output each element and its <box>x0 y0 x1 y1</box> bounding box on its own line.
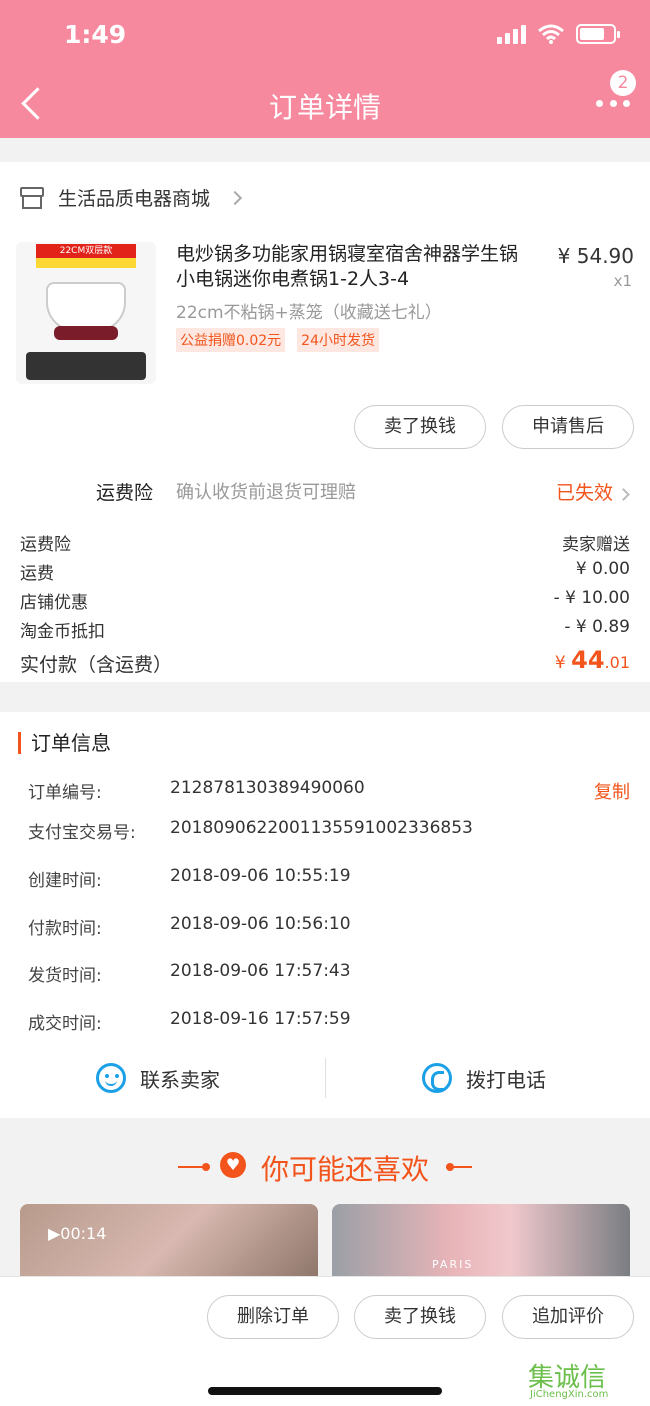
order-info-card: 订单信息 复制 订单编号: 212878130389490060 支付宝交易号:… <box>0 712 650 1118</box>
total-amount: ¥ 44.01 <box>554 646 630 674</box>
chevron-right-icon <box>617 488 630 501</box>
store-icon <box>20 186 44 209</box>
delete-order-button[interactable]: 删除订单 <box>207 1295 339 1339</box>
copy-button[interactable]: 复制 <box>594 778 630 804</box>
tag-shipping: 24小时发货 <box>297 328 379 352</box>
more-icon[interactable] <box>596 96 630 110</box>
product-tags: 公益捐赠0.02元 24小时发货 <box>176 328 379 352</box>
divider <box>325 1058 326 1098</box>
product-price: ¥ 54.90 <box>557 244 634 268</box>
total-label: 实付款（含运费） <box>20 654 173 676</box>
product-image-label: 22CM双层款 <box>36 244 136 258</box>
fee-row: 淘金币抵扣 - ¥ 0.89 <box>20 617 630 642</box>
status-bar: 1:49 <box>0 18 650 54</box>
sell-button-bottom[interactable]: 卖了换钱 <box>354 1295 486 1339</box>
wifi-icon <box>538 24 564 44</box>
bottom-action-bar: 删除订单 卖了换钱 追加评价 集诚信 JiChengXin.com <box>0 1276 650 1406</box>
notification-badge: 2 <box>610 70 636 96</box>
call-button[interactable]: 拨打电话 <box>422 1050 546 1106</box>
order-info-title: 订单信息 <box>18 732 111 754</box>
video-duration: ▶00:14 <box>48 1224 107 1243</box>
battery-icon <box>576 24 620 44</box>
header: 1:49 订单详情 2 <box>0 0 650 138</box>
fee-list: 运费险 卖家赠送 运费 ¥ 0.00 店铺优惠 - ¥ 10.00 淘金币抵扣 … <box>0 530 650 646</box>
sell-button[interactable]: 卖了换钱 <box>354 405 486 449</box>
after-sale-button[interactable]: 申请售后 <box>502 405 634 449</box>
contact-row: 联系卖家 拨打电话 <box>0 1050 650 1106</box>
insurance-label: 运费险 <box>96 482 154 504</box>
watermark: 集诚信 JiChengXin.com <box>528 1363 609 1400</box>
product-spec: 22cm不粘锅+蒸笼（收藏送七礼） <box>176 303 442 323</box>
home-indicator[interactable] <box>208 1387 442 1395</box>
shirt-text: PARIS <box>432 1258 474 1271</box>
fee-row: 运费 ¥ 0.00 <box>20 559 630 584</box>
add-review-button[interactable]: 追加评价 <box>502 1295 634 1339</box>
contact-seller-button[interactable]: 联系卖家 <box>96 1050 220 1106</box>
product-qty: x1 <box>613 272 632 290</box>
recommend-section: 你可能还喜欢 ▶00:14 PARIS <box>0 1136 650 1284</box>
product-title[interactable]: 电炒锅多功能家用锅寝室宿舍神器学生锅小电锅迷你电煮锅1-2人3-4 <box>176 242 536 292</box>
status-icons <box>497 24 620 44</box>
tag-charity: 公益捐赠0.02元 <box>176 328 286 352</box>
chevron-right-icon <box>227 190 243 205</box>
shop-name: 生活品质电器商城 <box>58 188 211 210</box>
signal-icon <box>497 24 526 44</box>
fee-row: 店铺优惠 - ¥ 10.00 <box>20 588 630 613</box>
recommend-item-video[interactable]: ▶00:14 <box>20 1204 318 1284</box>
insurance-status: 已失效 <box>556 478 630 505</box>
product-image[interactable]: 22CM双层款 <box>16 242 156 384</box>
fee-row: 运费险 卖家赠送 <box>20 535 630 555</box>
shipping-insurance-row[interactable]: 运费险 确认收货前退货可理赔 已失效 <box>0 470 650 510</box>
order-item-card: 生活品质电器商城 22CM双层款 电炒锅多功能家用锅寝室宿舍神器学生锅小电锅迷你… <box>0 162 650 682</box>
chat-face-icon <box>96 1063 126 1093</box>
phone-icon <box>422 1063 452 1093</box>
status-time: 1:49 <box>64 20 127 49</box>
insurance-desc: 确认收货前退货可理赔 <box>176 482 356 503</box>
recommend-title: 你可能还喜欢 <box>260 1153 429 1186</box>
page-title: 订单详情 <box>268 91 381 124</box>
recommend-item[interactable]: PARIS <box>332 1204 630 1284</box>
shop-link[interactable]: 生活品质电器商城 <box>20 184 243 211</box>
